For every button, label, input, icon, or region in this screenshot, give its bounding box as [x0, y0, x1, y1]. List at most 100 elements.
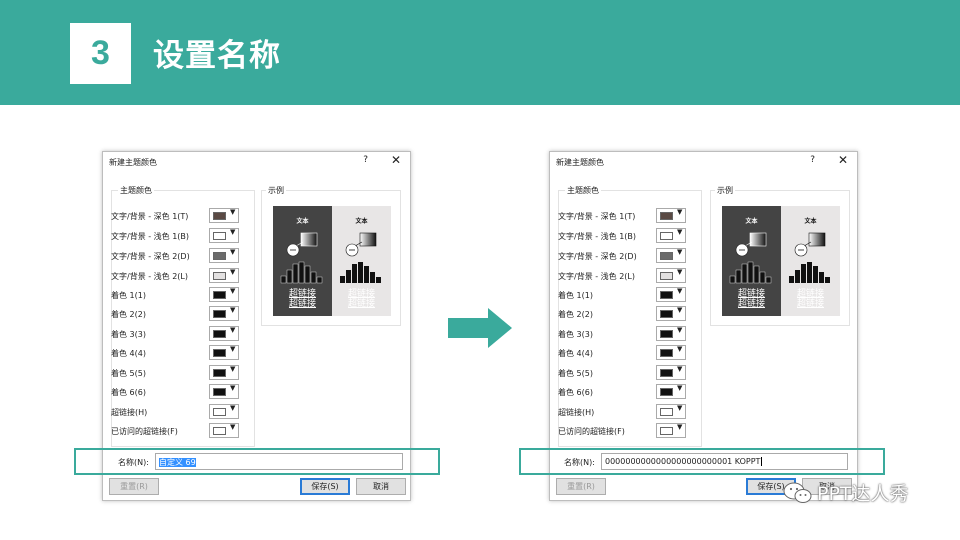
- color-picker-dropdown[interactable]: ▼: [656, 208, 686, 223]
- color-row: 已访问的超链接(F) ▼: [558, 423, 686, 439]
- color-picker-dropdown[interactable]: ▼: [209, 268, 239, 283]
- color-row: 着色 4(4) ▼: [111, 345, 239, 361]
- sample-group: 示例 文本 超链接 超链接 文本 超链接 超链接: [710, 185, 850, 326]
- color-picker-dropdown[interactable]: ▼: [209, 228, 239, 243]
- color-row: 着色 6(6) ▼: [558, 384, 686, 400]
- color-picker-dropdown[interactable]: ▼: [656, 306, 686, 321]
- reset-button[interactable]: 重置(R): [556, 478, 606, 495]
- color-picker-dropdown[interactable]: ▼: [656, 287, 686, 302]
- color-row-label: 文字/背景 - 深色 1(T): [558, 212, 636, 221]
- color-row: 着色 6(6) ▼: [111, 384, 239, 400]
- color-row-label: 着色 4(4): [111, 349, 146, 358]
- color-picker-dropdown[interactable]: ▼: [656, 228, 686, 243]
- sample-light-panel: 文本 超链接 超链接: [332, 206, 391, 316]
- color-row-label: 着色 5(5): [558, 369, 593, 378]
- chevron-down-icon: ▼: [677, 248, 683, 256]
- color-picker-dropdown[interactable]: ▼: [656, 345, 686, 360]
- color-row: 文字/背景 - 深色 2(D) ▼: [558, 248, 686, 264]
- color-row-label: 着色 2(2): [111, 310, 146, 319]
- sample-text: 文本: [804, 218, 817, 225]
- sample-group: 示例 文本 超链接 超链接 文本 超链接 超链接: [261, 185, 401, 326]
- chevron-down-icon: ▼: [230, 345, 236, 353]
- help-icon[interactable]: ?: [363, 155, 368, 165]
- color-swatch: [213, 388, 226, 396]
- color-picker-dropdown[interactable]: ▼: [209, 423, 239, 438]
- chevron-down-icon: ▼: [230, 306, 236, 314]
- color-picker-dropdown[interactable]: ▼: [209, 287, 239, 302]
- color-swatch: [213, 408, 226, 416]
- sample-links: 超链接 超链接: [796, 289, 824, 309]
- step-number: 3: [70, 23, 131, 84]
- dialog-title: 新建主题颜色: [556, 158, 604, 167]
- color-picker-dropdown[interactable]: ▼: [656, 404, 686, 419]
- chevron-down-icon: ▼: [677, 345, 683, 353]
- sample-links: 超链接 超链接: [288, 289, 316, 309]
- color-row-label: 已访问的超链接(F): [558, 427, 625, 436]
- color-row: 着色 3(3) ▼: [111, 326, 239, 342]
- color-picker-dropdown[interactable]: ▼: [656, 268, 686, 283]
- color-row-label: 文字/背景 - 浅色 2(L): [558, 272, 635, 281]
- watermark: PPT达人秀: [783, 479, 909, 506]
- chevron-down-icon: ▼: [677, 306, 683, 314]
- color-picker-dropdown[interactable]: ▼: [209, 306, 239, 321]
- color-swatch: [213, 369, 226, 377]
- color-swatch: [660, 310, 673, 318]
- color-swatch: [660, 369, 673, 377]
- color-picker-dropdown[interactable]: ▼: [656, 384, 686, 399]
- chevron-down-icon: ▼: [230, 268, 236, 276]
- cancel-button[interactable]: 取消: [356, 478, 406, 495]
- close-icon[interactable]: ✕: [838, 153, 848, 167]
- sample-text: 文本: [355, 218, 368, 225]
- color-swatch: [660, 232, 673, 240]
- color-row: 着色 1(1) ▼: [111, 287, 239, 303]
- chevron-down-icon: ▼: [677, 208, 683, 216]
- color-row-label: 已访问的超链接(F): [111, 427, 178, 436]
- color-picker-dropdown[interactable]: ▼: [209, 404, 239, 419]
- color-row-label: 着色 1(1): [558, 291, 593, 300]
- color-row-label: 着色 6(6): [558, 388, 593, 397]
- color-swatch: [213, 272, 226, 280]
- chevron-down-icon: ▼: [677, 287, 683, 295]
- chevron-down-icon: ▼: [230, 248, 236, 256]
- color-row-label: 文字/背景 - 浅色 2(L): [111, 272, 188, 281]
- color-row: 着色 3(3) ▼: [558, 326, 686, 342]
- sample-graphic-icon: [729, 232, 772, 284]
- color-swatch: [660, 388, 673, 396]
- group-title: 主题颜色: [565, 185, 601, 196]
- color-picker-dropdown[interactable]: ▼: [209, 248, 239, 263]
- color-row: 文字/背景 - 浅色 2(L) ▼: [558, 268, 686, 284]
- help-icon[interactable]: ?: [810, 155, 815, 165]
- color-picker-dropdown[interactable]: ▼: [209, 384, 239, 399]
- chevron-down-icon: ▼: [677, 365, 683, 373]
- color-swatch: [660, 252, 673, 260]
- group-title: 示例: [266, 185, 286, 196]
- color-row-label: 着色 1(1): [111, 291, 146, 300]
- wechat-icon: [783, 482, 812, 503]
- reset-button[interactable]: 重置(R): [109, 478, 159, 495]
- color-picker-dropdown[interactable]: ▼: [656, 365, 686, 380]
- color-picker-dropdown[interactable]: ▼: [209, 345, 239, 360]
- sample-text: 文本: [296, 218, 309, 225]
- color-picker-dropdown[interactable]: ▼: [656, 326, 686, 341]
- color-row-label: 文字/背景 - 深色 2(D): [111, 252, 190, 261]
- color-picker-dropdown[interactable]: ▼: [209, 208, 239, 223]
- color-swatch: [213, 232, 226, 240]
- name-highlight-box: [519, 448, 885, 475]
- color-picker-dropdown[interactable]: ▼: [209, 365, 239, 380]
- color-row-label: 超链接(H): [111, 408, 148, 417]
- color-row-label: 文字/背景 - 浅色 1(B): [558, 232, 637, 241]
- color-picker-dropdown[interactable]: ▼: [209, 326, 239, 341]
- name-highlight-box: [74, 448, 440, 475]
- color-row: 着色 1(1) ▼: [558, 287, 686, 303]
- sample-graphic-icon: [280, 232, 323, 284]
- close-icon[interactable]: ✕: [391, 153, 401, 167]
- color-swatch: [213, 212, 226, 220]
- chevron-down-icon: ▼: [677, 384, 683, 392]
- chevron-down-icon: ▼: [230, 365, 236, 373]
- color-picker-dropdown[interactable]: ▼: [656, 248, 686, 263]
- chevron-down-icon: ▼: [677, 268, 683, 276]
- sample-dark-panel: 文本 超链接 超链接: [273, 206, 332, 316]
- chevron-down-icon: ▼: [677, 423, 683, 431]
- color-picker-dropdown[interactable]: ▼: [656, 423, 686, 438]
- save-button[interactable]: 保存(S): [300, 478, 350, 495]
